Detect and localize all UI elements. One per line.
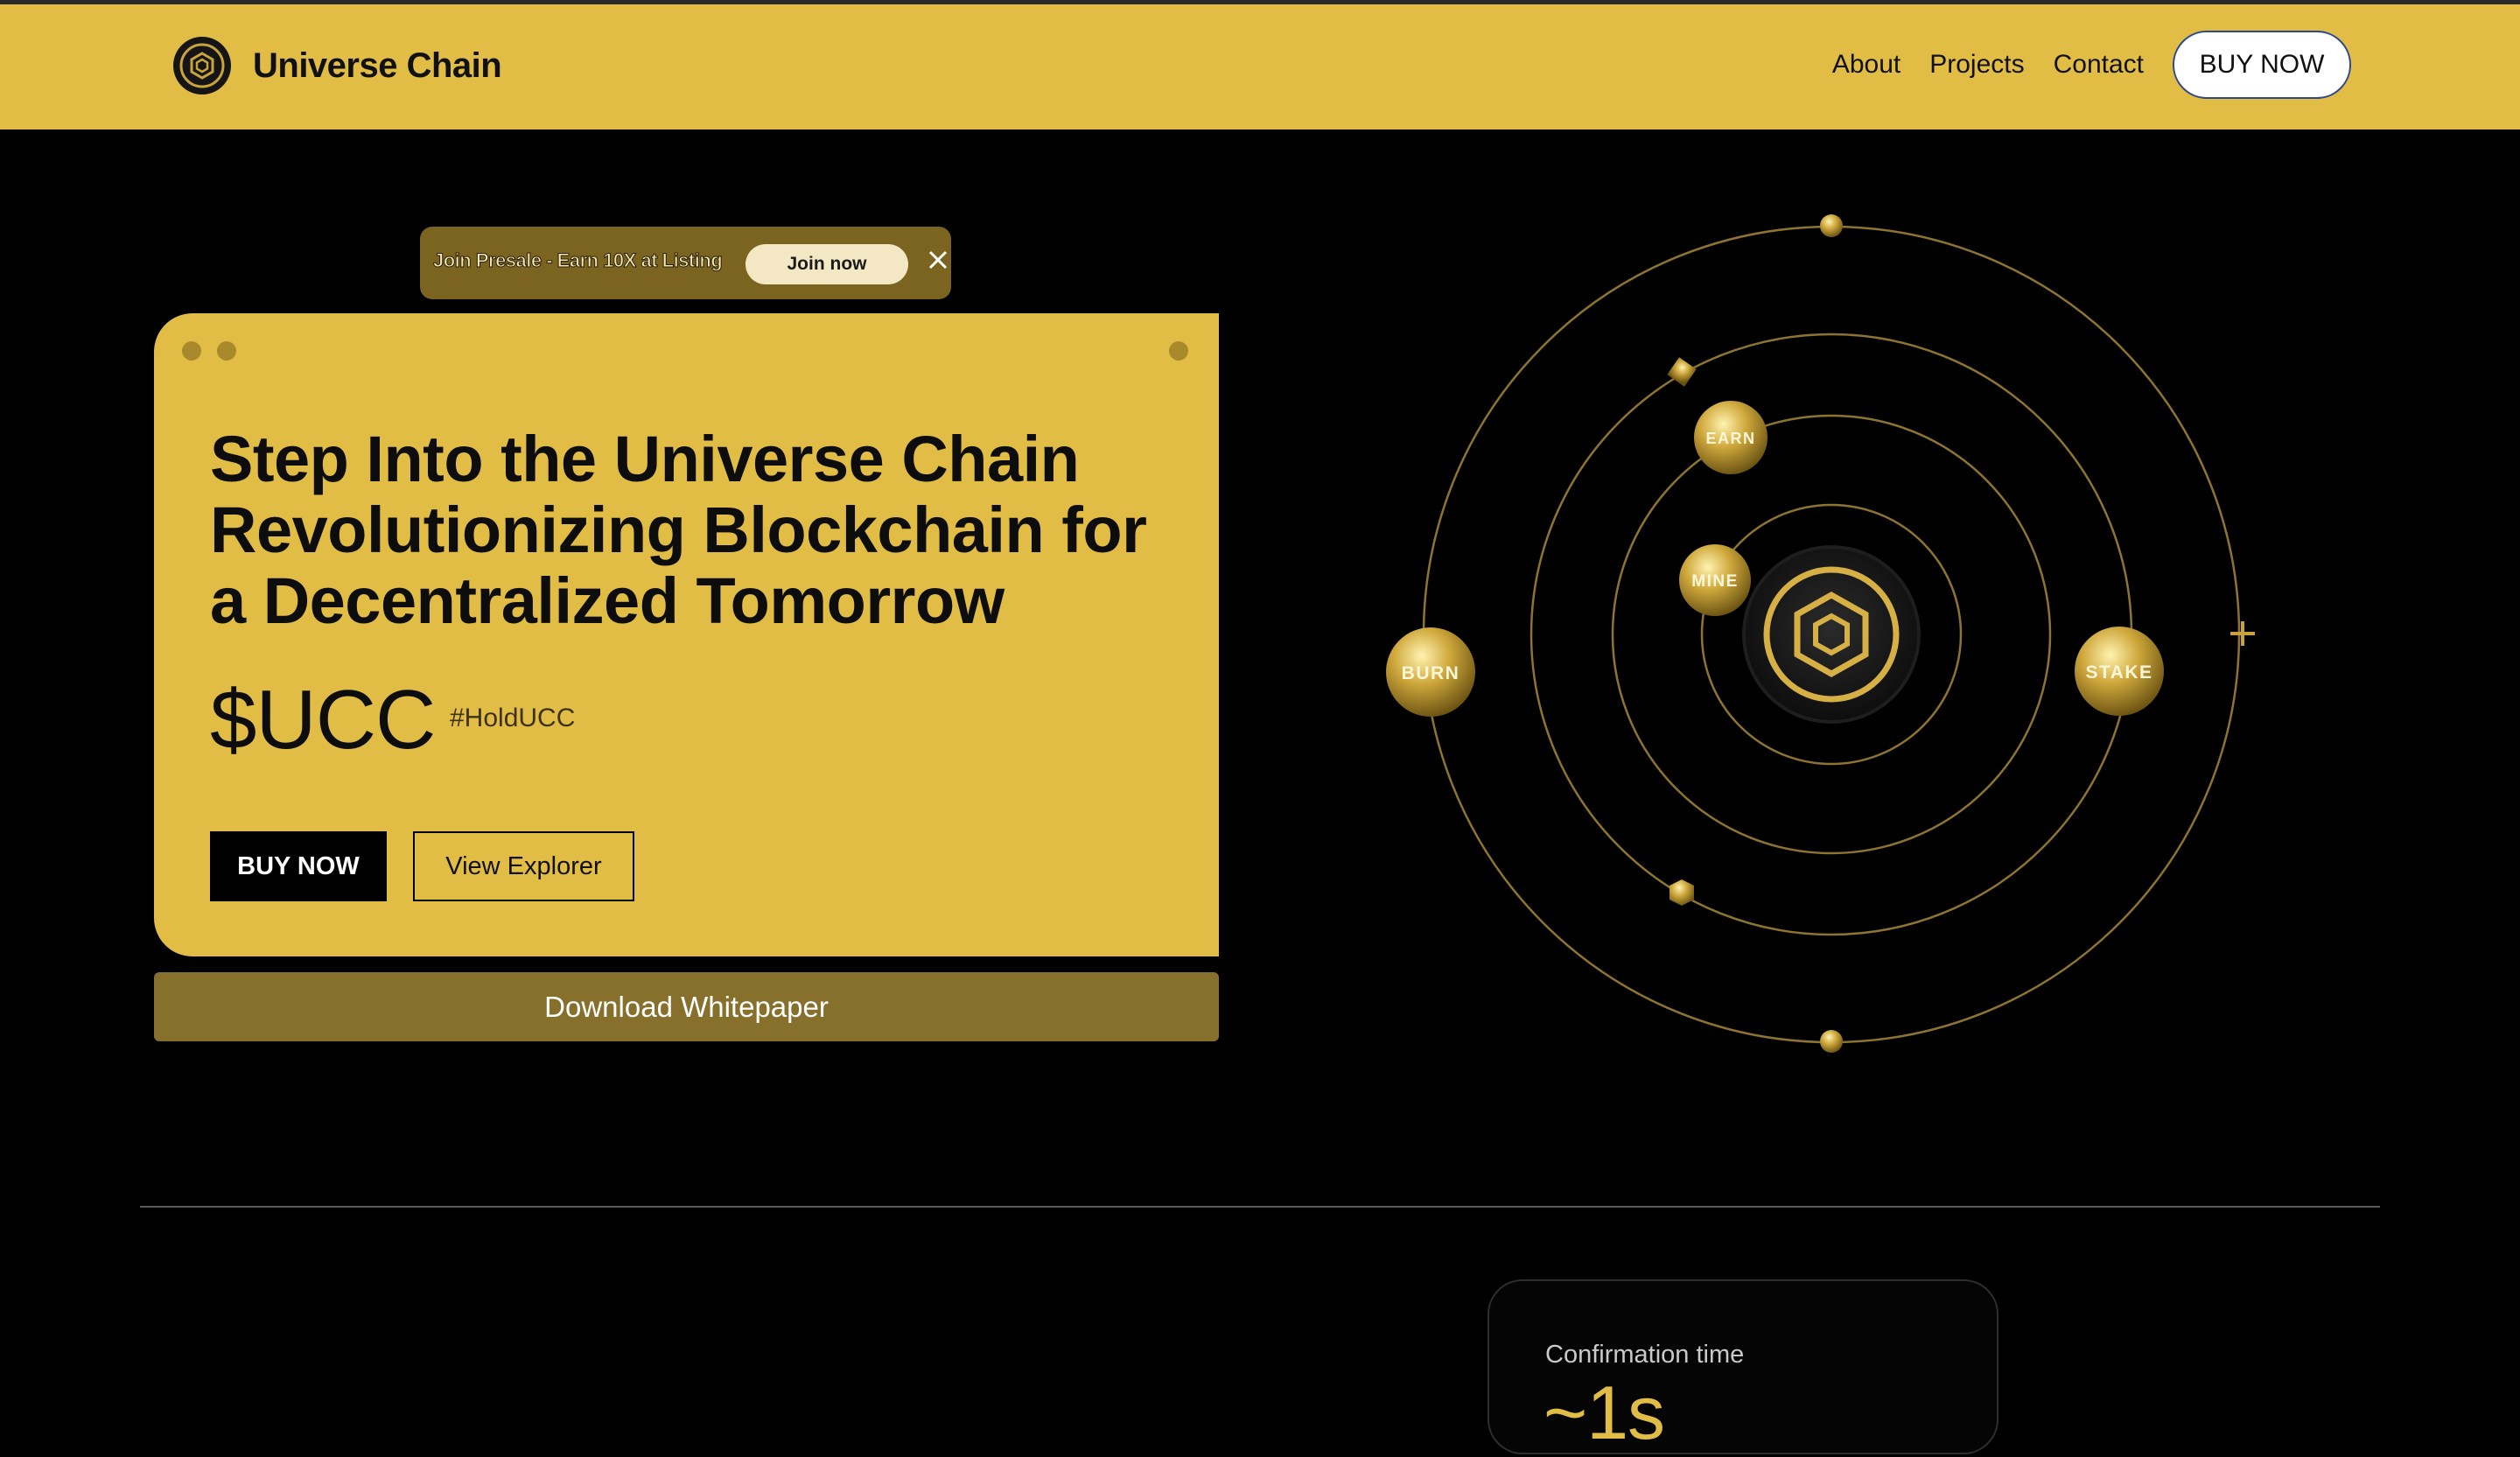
header-buy-now-button[interactable]: BUY NOW	[2173, 31, 2351, 99]
hero-headline: Step Into the Universe Chain Revolutioni…	[210, 423, 1147, 637]
orbit-bead	[1820, 1030, 1843, 1053]
planet-stake: STAKE	[2075, 627, 2164, 716]
gold-cube	[1667, 357, 1697, 387]
stat-label: Confirmation time	[1545, 1341, 1745, 1369]
site-header: Universe Chain About Projects Contact BU…	[0, 4, 2520, 130]
ticker-symbol: $UCC	[210, 673, 436, 767]
stat-value: ~1s	[1544, 1371, 1665, 1455]
gold-gem	[1670, 879, 1694, 906]
hashtag: #HoldUCC	[450, 704, 576, 732]
hero-buy-now-button[interactable]: BUY NOW	[210, 831, 387, 901]
view-explorer-button[interactable]: View Explorer	[413, 831, 634, 901]
download-whitepaper-button[interactable]: Download Whitepaper	[154, 972, 1219, 1041]
planet-label-stake: STAKE	[2085, 662, 2152, 683]
hexagon-cube-icon	[173, 37, 231, 95]
nav-link-contact[interactable]: Contact	[2054, 50, 2144, 80]
core-coin	[1742, 545, 1921, 724]
nav-link-projects[interactable]: Projects	[1929, 50, 2024, 80]
planet-label-earn: EARN	[1705, 430, 1755, 447]
brand[interactable]: Universe Chain	[172, 36, 502, 95]
nav-link-about[interactable]: About	[1832, 50, 1900, 80]
hero-card: Step Into the Universe Chain Revolutioni…	[154, 313, 1219, 956]
close-icon[interactable]	[926, 248, 950, 272]
presale-text: Join Presale - Earn 10X at Listing	[432, 249, 723, 272]
stat-card-confirmation: Confirmation time ~1s	[1488, 1279, 1998, 1455]
presale-banner: Join Presale - Earn 10X at Listing Join …	[420, 227, 951, 299]
planet-mine: MINE	[1679, 544, 1751, 616]
window-dot	[1169, 341, 1188, 361]
planet-label-mine: MINE	[1691, 572, 1739, 591]
planet-burn: BURN	[1386, 627, 1475, 717]
presale-join-button[interactable]: Join now	[746, 244, 908, 284]
section-divider	[140, 1206, 2380, 1208]
window-dot	[182, 341, 201, 361]
orbit-diagram: EARN MINE BURN STAKE	[1386, 214, 2255, 1053]
orbit-bead	[1820, 214, 1843, 237]
planet-earn: EARN	[1694, 401, 1768, 474]
sparkle-icon	[2230, 621, 2255, 646]
main-nav: About Projects Contact BUY NOW	[1832, 31, 2351, 99]
brand-name: Universe Chain	[253, 46, 502, 85]
window-dot	[217, 341, 236, 361]
planet-label-burn: BURN	[1402, 663, 1460, 683]
